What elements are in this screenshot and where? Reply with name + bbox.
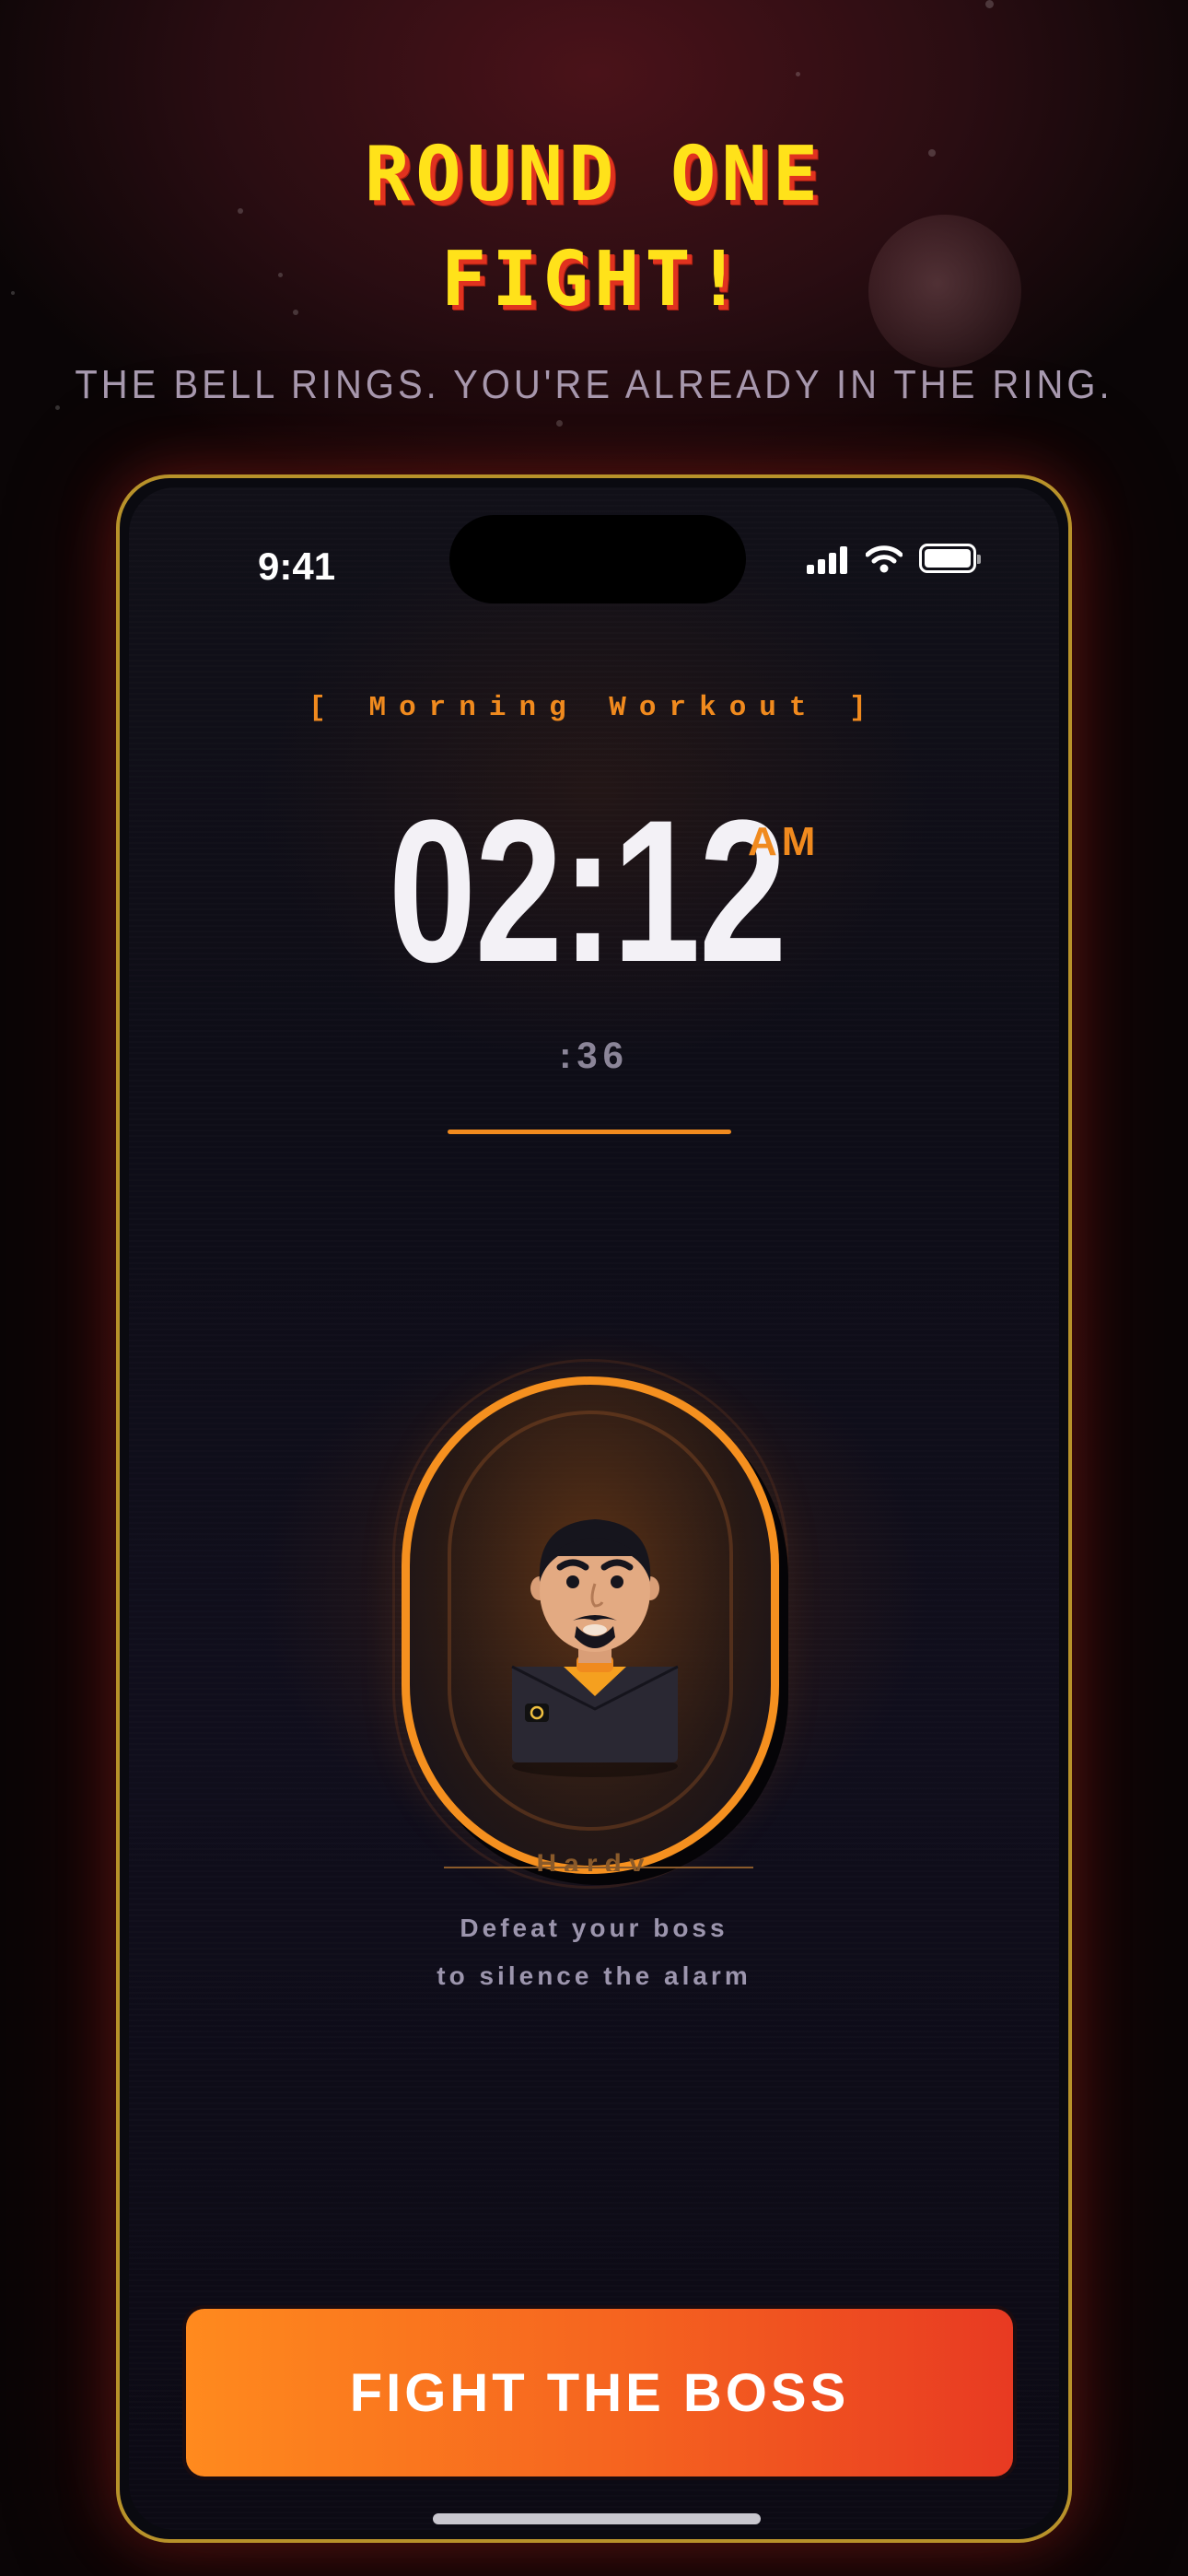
status-time: 9:41 [258, 544, 336, 588]
countdown-bar [448, 1130, 731, 1134]
home-indicator[interactable] [433, 2513, 761, 2524]
signal-icon [807, 546, 849, 574]
hero-title-line2: FIGHT! [440, 236, 748, 323]
phone-screen: 9:41 [ Morning Workout ] 02:12 AM :36 Ha… [129, 487, 1059, 2530]
boss-hint-line1: Defeat your boss [460, 1914, 728, 1942]
dust-particle [556, 420, 563, 427]
dust-particle [985, 0, 994, 8]
alarm-seconds: :36 [559, 1036, 629, 1076]
fight-boss-button[interactable]: FIGHT THE BOSS [186, 2309, 1013, 2476]
phone-frame: 9:41 [ Morning Workout ] 02:12 AM :36 Ha… [116, 474, 1072, 2543]
alarm-meridiem: AM [748, 819, 821, 864]
dust-particle [796, 72, 800, 76]
wifi-icon [866, 545, 903, 573]
boss-name: Hardy [536, 1849, 652, 1871]
hero-title-line1: ROUND ONE [364, 131, 824, 218]
boss-hint-line2: to silence the alarm [437, 1961, 751, 1990]
alarm-time: 02:12 [388, 778, 787, 1004]
alarm-label: [ Morning Workout ] [309, 692, 879, 724]
dynamic-island [449, 515, 746, 603]
hero-tagline: THE BELL RINGS. YOU'RE ALREADY IN THE RI… [75, 363, 1113, 407]
boss-avatar [511, 1519, 679, 1777]
battery-icon [919, 544, 981, 573]
